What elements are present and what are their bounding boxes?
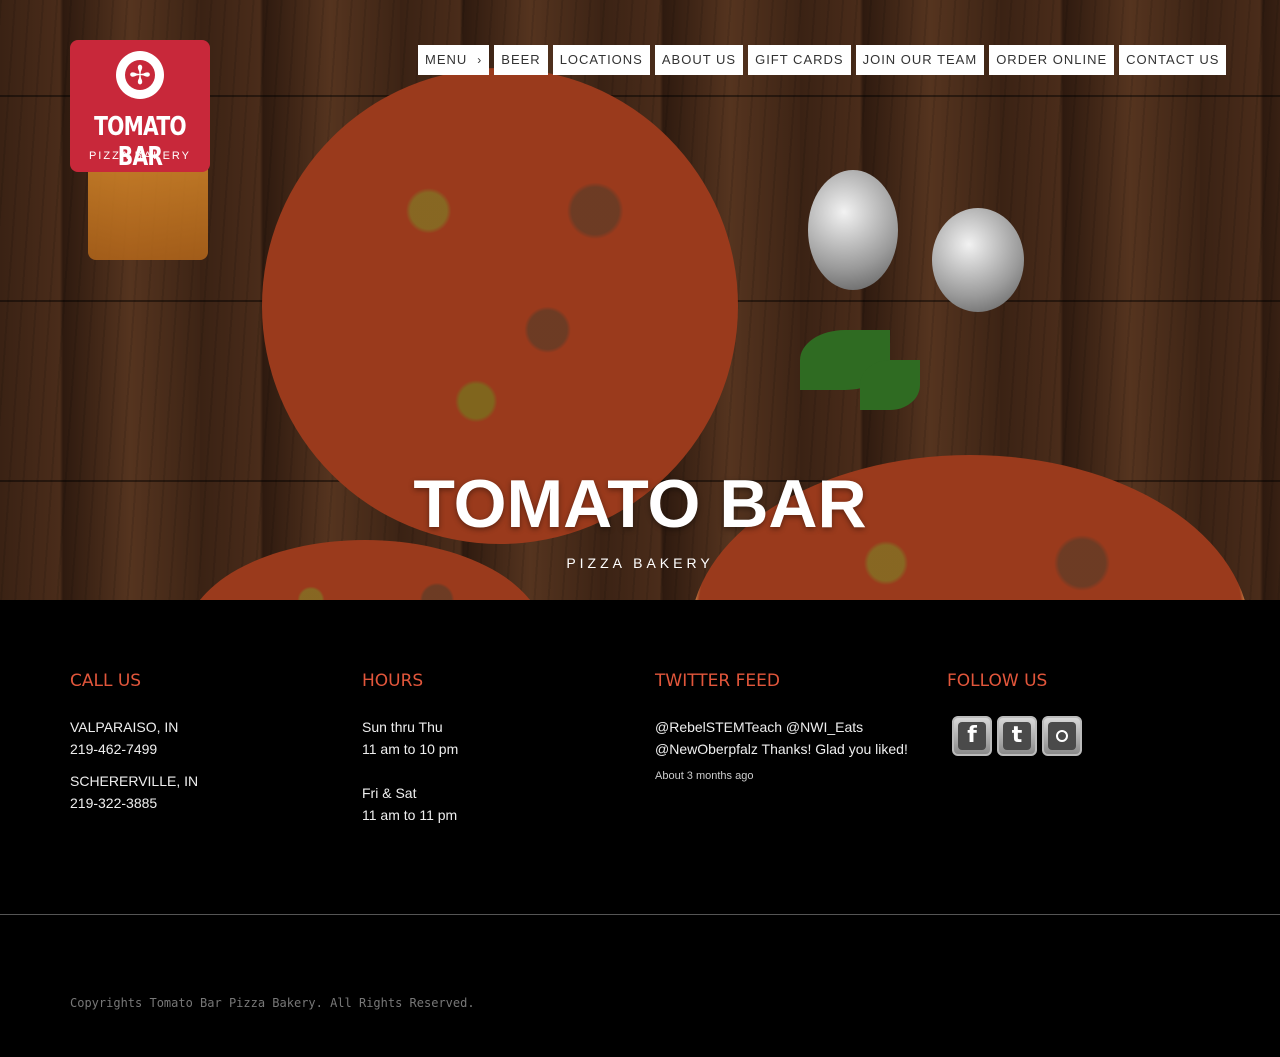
site-logo[interactable]: TOMATO BAR PIZZA BAKERY <box>70 40 210 172</box>
chevron-right-icon: › <box>477 53 483 67</box>
tomato-logo-icon <box>116 51 164 99</box>
hours-days: Fri & Sat <box>362 785 417 801</box>
footer-widgets: CALL US VALPARAISO, IN 219-462-7499 SCHE… <box>0 600 1280 914</box>
nav-item-gift-cards[interactable]: GIFT CARDS <box>748 45 851 75</box>
basil-leaf-image <box>860 360 920 410</box>
location-phone[interactable]: 219-322-3885 <box>70 792 350 814</box>
hours-heading: HOURS <box>362 671 424 691</box>
hours-time: 11 am to 10 pm <box>362 741 459 757</box>
location-city: VALPARAISO, IN <box>70 719 179 735</box>
call-us-heading: CALL US <box>70 671 142 691</box>
twitter-heading: TWITTER FEED <box>655 671 780 691</box>
nav-item-locations[interactable]: LOCATIONS <box>552 45 650 75</box>
hours-widget: HOURS Sun thru Thu 11 am to 10 pm Fri & … <box>362 670 642 826</box>
cheese-shaker-image <box>932 208 1024 312</box>
nav-item-contact-us[interactable]: CONTACT US <box>1119 45 1227 75</box>
hero-title: TOMATO BAR <box>413 466 867 542</box>
main-nav: MENU › BEER LOCATIONS ABOUT US GIFT CARDS… <box>418 45 1227 75</box>
follow-heading: FOLLOW US <box>947 671 1048 691</box>
footer-bottom: Copyrights Tomato Bar Pizza Bakery. All … <box>0 915 1280 1057</box>
location-phone[interactable]: 219-462-7499 <box>70 738 350 760</box>
hours-days: Sun thru Thu <box>362 719 443 735</box>
pepper-shaker-image <box>808 170 898 290</box>
follow-widget: FOLLOW US f t <box>947 670 1227 756</box>
logo-title: TOMATO BAR <box>94 112 187 172</box>
tweet-time[interactable]: About 3 months ago <box>655 768 925 784</box>
hero-subtitle: PIZZA BAKERY <box>566 555 714 571</box>
nav-item-join-our-team[interactable]: JOIN OUR TEAM <box>855 45 985 75</box>
nav-item-beer[interactable]: BEER <box>494 45 548 75</box>
tweet-text[interactable]: @RebelSTEMTeach @NWI_Eats @NewOberpfalz … <box>655 716 925 760</box>
copyright-text: Copyrights Tomato Bar Pizza Bakery. All … <box>70 996 475 1010</box>
location-city: SCHERERVILLE, IN <box>70 773 199 789</box>
hero-banner: TOMATO BAR PIZZA BAKERY MENU › BEER LOCAT… <box>0 0 1280 600</box>
instagram-icon[interactable] <box>1042 716 1082 756</box>
nav-item-order-online[interactable]: ORDER ONLINE <box>989 45 1115 75</box>
hours-time: 11 am to 11 pm <box>362 807 458 823</box>
logo-subtitle: PIZZA BAKERY <box>88 150 192 162</box>
nav-item-about-us[interactable]: ABOUT US <box>654 45 744 75</box>
call-us-widget: CALL US VALPARAISO, IN 219-462-7499 SCHE… <box>70 670 350 814</box>
social-links: f t <box>947 716 1227 756</box>
twitter-icon[interactable]: t <box>997 716 1037 756</box>
twitter-widget: TWITTER FEED @RebelSTEMTeach @NWI_Eats @… <box>655 670 925 784</box>
nav-item-label: MENU <box>425 52 468 67</box>
nav-item-menu[interactable]: MENU › <box>418 45 490 75</box>
facebook-icon[interactable]: f <box>952 716 992 756</box>
